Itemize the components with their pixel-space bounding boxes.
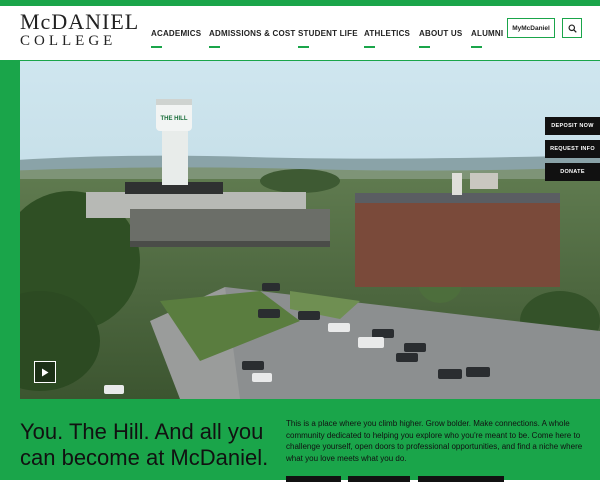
left-accent-band bbox=[0, 61, 20, 399]
nav-item-athletics[interactable]: ATHLETICS bbox=[364, 23, 410, 48]
site-header: McDANIEL COLLEGE ACADEMICS ADMISSIONS & … bbox=[0, 6, 600, 60]
cta-button[interactable] bbox=[418, 476, 504, 482]
logo-wordmark: McDANIEL bbox=[20, 9, 140, 34]
mymcdaniel-button[interactable]: MyMcDaniel bbox=[507, 18, 555, 38]
campus-aerial-photo: THE HILL bbox=[0, 61, 600, 399]
logo-subtitle: COLLEGE bbox=[20, 33, 117, 49]
search-icon bbox=[567, 23, 577, 33]
request-info-button[interactable]: REQUEST INFO bbox=[545, 140, 600, 158]
nav-label: ATHLETICS bbox=[364, 29, 411, 38]
search-button[interactable] bbox=[562, 18, 582, 38]
nav-item-academics[interactable]: ACADEMICS bbox=[151, 23, 201, 48]
cta-button[interactable] bbox=[348, 476, 410, 482]
tower-sign: THE HILL bbox=[161, 116, 188, 122]
nav-underline bbox=[364, 46, 375, 48]
nav-label: ADMISSIONS & COST bbox=[209, 29, 296, 38]
nav-underline bbox=[209, 46, 220, 48]
intro-body-text: This is a place where you climb higher. … bbox=[286, 419, 583, 463]
play-icon bbox=[42, 368, 49, 376]
play-video-button[interactable] bbox=[34, 361, 56, 383]
nav-underline bbox=[471, 46, 482, 48]
nav-item-admissions[interactable]: ADMISSIONS & COST bbox=[209, 23, 296, 48]
nav-underline bbox=[419, 46, 430, 48]
nav-label: ACADEMICS bbox=[151, 29, 202, 38]
nav-label: ALUMNI bbox=[471, 29, 504, 38]
intro-headline: You. The Hill. And all you can become at… bbox=[20, 419, 269, 470]
nav-item-alumni[interactable]: ALUMNI bbox=[471, 23, 503, 48]
cta-button[interactable] bbox=[286, 476, 341, 482]
college-logo[interactable]: McDANIEL COLLEGE bbox=[20, 9, 140, 50]
nav-item-about-us[interactable]: ABOUT US bbox=[419, 23, 462, 48]
hero-section: THE HILL DEPOSIT NOW REQUEST INFO DONATE bbox=[0, 61, 600, 399]
deposit-now-button[interactable]: DEPOSIT NOW bbox=[545, 117, 600, 135]
nav-label: STUDENT LIFE bbox=[298, 29, 358, 38]
nav-underline bbox=[151, 46, 162, 48]
nav-underline bbox=[298, 46, 309, 48]
nav-label: ABOUT US bbox=[419, 29, 463, 38]
nav-item-student-life[interactable]: STUDENT LIFE bbox=[298, 23, 358, 48]
intro-section: You. The Hill. And all you can become at… bbox=[0, 399, 600, 480]
donate-button[interactable]: DONATE bbox=[545, 163, 600, 181]
